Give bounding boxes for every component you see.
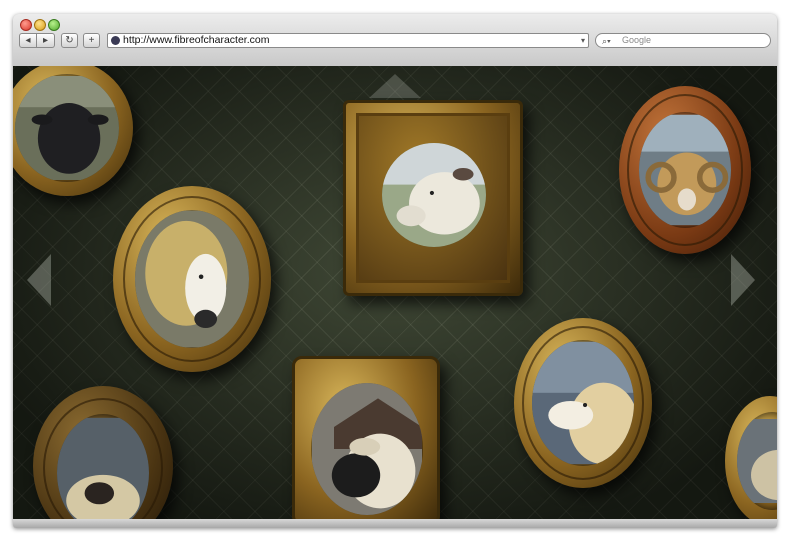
black-face-sheep-icon	[311, 383, 423, 515]
forward-arrow-icon: ▸	[42, 35, 49, 46]
portrait-frame-dark-ornate[interactable]	[33, 386, 173, 519]
address-bar[interactable]: http://www.fibreofcharacter.com ▾	[107, 33, 589, 48]
black-sheep-icon	[15, 74, 119, 182]
sheep-icon	[737, 412, 777, 510]
portrait-frame-black-sheep[interactable]	[13, 66, 133, 196]
forward-button[interactable]: ▸	[37, 33, 55, 48]
portrait-frame-black-face-sheep[interactable]	[292, 356, 440, 519]
white-sheep-icon	[532, 340, 634, 466]
scroll-right-arrow-icon[interactable]	[731, 254, 755, 306]
portrait-frame-white-sheep[interactable]	[343, 100, 523, 296]
browser-window: ◂ ▸ ↻ + http://www.fibreofcharacter.com …	[13, 14, 777, 528]
ram-icon	[639, 112, 731, 228]
zoom-window-button[interactable]	[48, 19, 60, 31]
close-window-button[interactable]	[20, 19, 32, 31]
scroll-left-arrow-icon[interactable]	[27, 254, 51, 306]
minimize-window-button[interactable]	[34, 19, 46, 31]
portrait-frame-partial-right[interactable]	[725, 396, 777, 519]
plus-icon: +	[88, 35, 95, 46]
address-dropdown-icon[interactable]: ▾	[581, 34, 585, 47]
portrait-frame-ram[interactable]	[619, 86, 751, 254]
page-content	[13, 66, 777, 519]
portrait-frame-white-sheep-profile[interactable]	[514, 318, 652, 488]
scroll-up-arrow-icon[interactable]	[369, 74, 421, 98]
add-bookmark-button[interactable]: +	[83, 33, 100, 48]
curly-sheep-icon	[135, 210, 249, 348]
search-placeholder: Google	[622, 35, 652, 45]
browser-status-bar	[13, 519, 777, 528]
reload-button[interactable]: ↻	[61, 33, 78, 48]
white-sheep-icon	[382, 143, 486, 247]
address-url: http://www.fibreofcharacter.com	[123, 34, 270, 46]
back-button[interactable]: ◂	[19, 33, 37, 48]
search-field[interactable]: ⌕▾ Google	[595, 33, 771, 48]
back-arrow-icon: ◂	[25, 35, 31, 46]
portrait-frame-curly-sheep[interactable]	[113, 186, 271, 372]
reload-icon: ↻	[65, 35, 74, 46]
search-icon: ⌕▾	[602, 36, 611, 46]
browser-toolbar: ◂ ▸ ↻ + http://www.fibreofcharacter.com …	[13, 14, 777, 67]
site-favicon-icon	[111, 36, 120, 45]
